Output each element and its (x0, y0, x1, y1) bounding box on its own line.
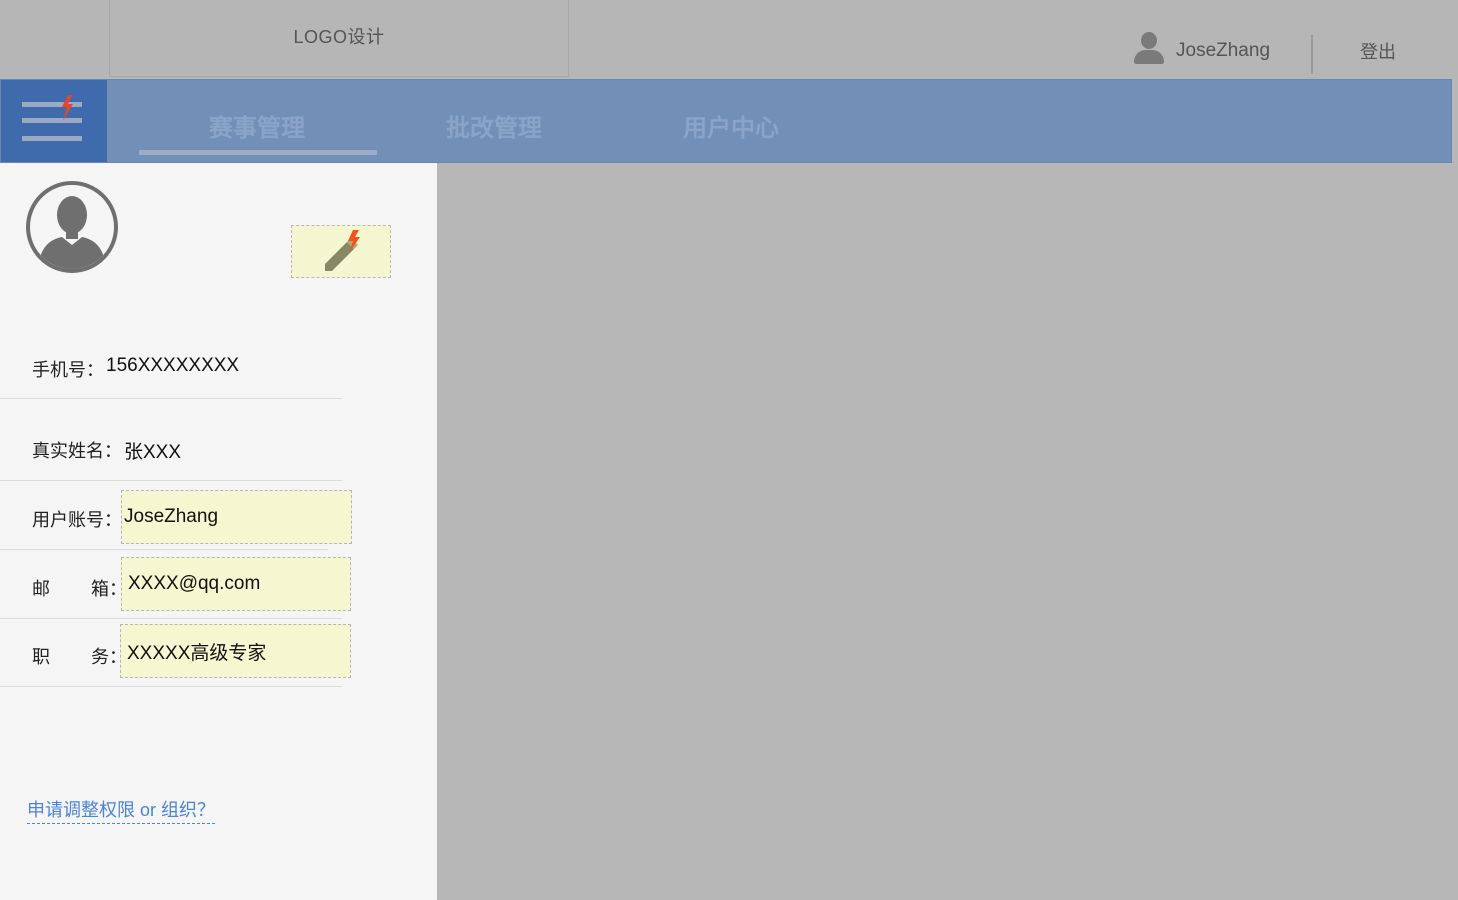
email-label-first: 邮 (32, 579, 50, 599)
position-field[interactable]: XXXXX高级专家 (120, 624, 351, 678)
email-value: XXXX@qq.com (128, 573, 261, 594)
logout-button[interactable]: 登出 (1360, 38, 1396, 64)
account-value: JoseZhang (124, 506, 219, 527)
top-header: LOGO设计 JoseZhang 登出 (0, 0, 1458, 79)
spark-icon (62, 95, 73, 121)
menu-icon-line (22, 136, 82, 141)
phone-value: 156XXXXXXXX (106, 355, 240, 376)
logo-text: LOGO设计 (293, 27, 385, 47)
header-divider (1311, 35, 1313, 74)
row-divider (0, 686, 342, 687)
pencil-edit-icon (325, 230, 360, 271)
row-divider (0, 398, 342, 399)
tab-competition-management[interactable]: 赛事管理 (209, 108, 305, 143)
tab-user-center[interactable]: 用户中心 (683, 108, 779, 143)
row-divider (0, 618, 342, 619)
user-icon (1132, 32, 1164, 66)
position-label-first: 职 (32, 647, 50, 667)
tab-grading-management[interactable]: 批改管理 (446, 108, 542, 143)
active-tab-indicator (139, 150, 377, 155)
account-field[interactable]: JoseZhang (121, 490, 352, 544)
row-divider (0, 549, 328, 550)
menu-button[interactable] (1, 80, 107, 162)
user-info[interactable]: JoseZhang (1132, 32, 1270, 72)
real-name-value: 张XXX (124, 442, 182, 463)
email-field[interactable]: XXXX@qq.com (121, 557, 351, 611)
account-label: 用户账号： (32, 510, 122, 530)
main-nav: 赛事管理 批改管理 用户中心 (0, 79, 1452, 163)
request-permission-link[interactable]: 申请调整权限 or 组织？ (27, 796, 216, 824)
profile-panel: 手机号： 156XXXXXXXX 真实姓名： 张XXX 用户账号： JoseZh… (0, 163, 437, 900)
avatar-icon[interactable] (26, 181, 118, 273)
user-name: JoseZhang (1176, 40, 1271, 61)
phone-label: 手机号： (32, 360, 104, 380)
row-divider (0, 480, 342, 481)
main-content-area (437, 163, 1452, 900)
real-name-label: 真实姓名： (32, 441, 122, 461)
position-value: XXXXX高级专家 (127, 642, 267, 664)
edit-profile-button[interactable] (291, 225, 391, 278)
logo[interactable]: LOGO设计 (109, 0, 569, 77)
